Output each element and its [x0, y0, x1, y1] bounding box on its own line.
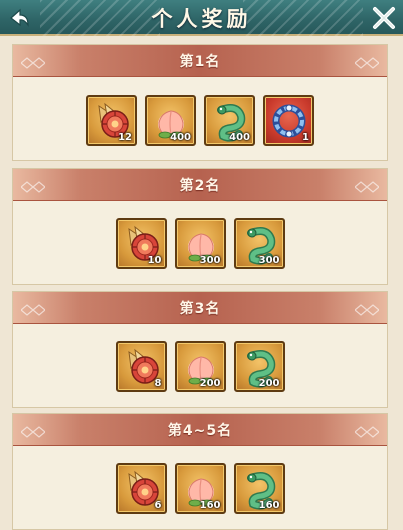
reward-item[interactable]: 12	[86, 95, 137, 146]
reward-quantity: 1	[302, 132, 309, 143]
reward-item[interactable]: 400	[145, 95, 196, 146]
rank-banner: 第3名	[13, 292, 387, 324]
reward-quantity: 200	[258, 378, 280, 389]
rank-banner: 第2名	[13, 169, 387, 201]
close-button[interactable]	[369, 4, 399, 32]
reward-quantity: 300	[199, 255, 221, 266]
reward-row: 12 400 400 1	[13, 95, 387, 146]
banner-ornament-icon	[354, 178, 380, 193]
banner-ornament-icon	[354, 301, 380, 316]
rank-banner: 第4~5名	[13, 414, 387, 446]
reward-quantity: 12	[118, 132, 132, 143]
banner-ornament-icon	[354, 423, 380, 438]
reward-quantity: 8	[154, 378, 162, 389]
rank-section: 第4~5名 6 160 160	[12, 413, 388, 530]
rank-section: 第1名 12 400 400 1	[12, 44, 388, 161]
reward-quantity: 400	[170, 132, 191, 143]
rank-banner: 第1名	[13, 45, 387, 77]
reward-item[interactable]: 300	[174, 218, 226, 269]
reward-item[interactable]: 200	[174, 341, 226, 392]
reward-item[interactable]: 160	[174, 463, 226, 514]
close-x-icon	[373, 7, 395, 29]
reward-quantity: 6	[154, 500, 162, 511]
reward-item[interactable]: 400	[204, 95, 255, 146]
rank-label: 第1名	[179, 54, 221, 70]
reward-item[interactable]: 300	[233, 218, 285, 269]
reward-quantity: 160	[199, 500, 221, 511]
reward-quantity: 200	[199, 378, 221, 389]
reward-quantity: 160	[258, 500, 280, 511]
reward-item[interactable]: 8	[115, 341, 167, 392]
rank-label: 第4~5名	[167, 423, 233, 439]
reward-quantity: 10	[147, 255, 162, 266]
reward-row: 6 160 160	[13, 463, 387, 514]
reward-quantity: 400	[229, 132, 250, 143]
reward-item[interactable]: 200	[233, 341, 285, 392]
banner-ornament-icon	[354, 54, 380, 69]
reward-item[interactable]: 160	[233, 463, 285, 514]
page-title: 个人奖励	[151, 7, 252, 31]
rank-section: 第3名 8 200 200	[12, 291, 388, 408]
reward-item[interactable]: 6	[115, 463, 167, 514]
rank-section: 第2名 10 300 300	[12, 168, 388, 285]
reward-row: 8 200 200	[13, 341, 387, 392]
reward-item[interactable]: 10	[115, 218, 167, 269]
reward-item[interactable]: 1	[263, 95, 314, 146]
reward-quantity: 300	[258, 255, 280, 266]
rank-label: 第3名	[179, 301, 221, 317]
reward-row: 10 300 300	[13, 218, 387, 269]
rank-label: 第2名	[179, 178, 221, 194]
header-bar: 个人奖励	[0, 0, 403, 36]
